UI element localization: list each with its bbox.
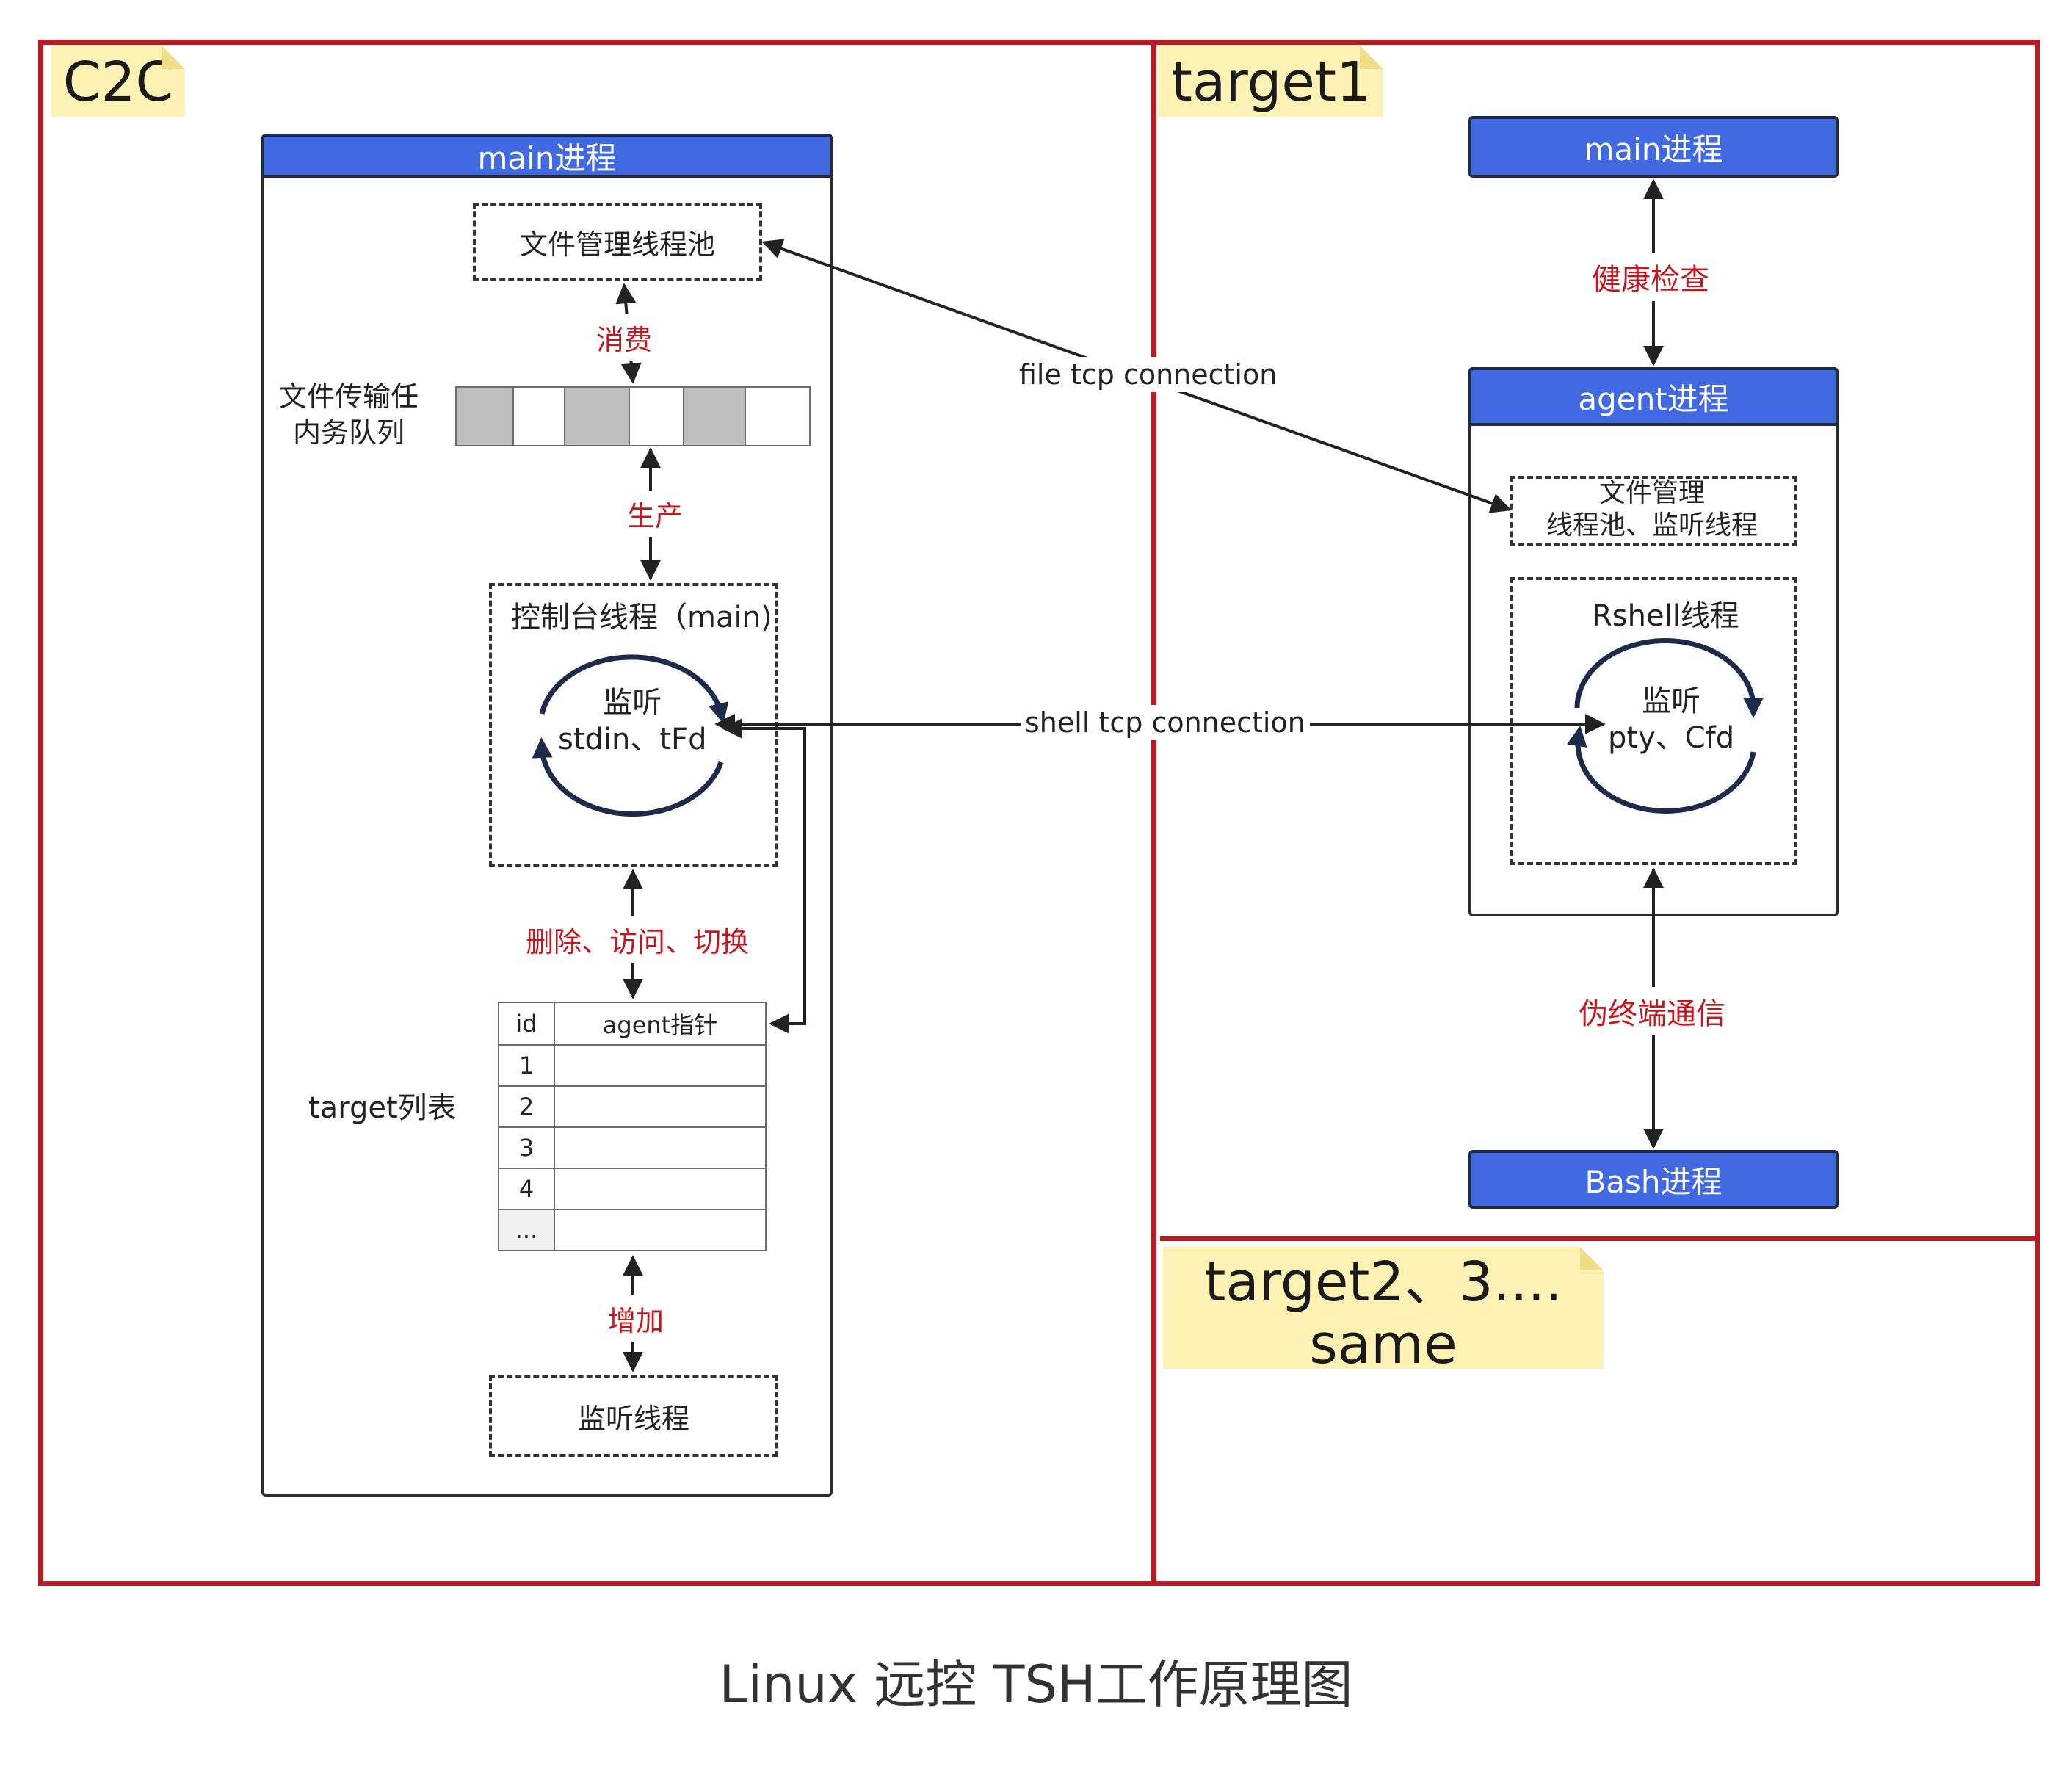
loop-table-connector	[722, 718, 806, 1034]
health-check-label-top: 健康检查	[1587, 253, 1714, 301]
diagram-caption-text: Linux 远控 TSH工作原理图	[719, 1654, 1353, 1715]
connector-layer	[532, 178, 1764, 1372]
t1-loop-arc-bottom	[1567, 726, 1756, 814]
diagram-caption: Linux 远控 TSH工作原理图	[0, 1643, 2072, 1718]
c2c-loop-arc-top	[539, 654, 729, 724]
shell-tcp-label: shell tcp connection	[1021, 705, 1310, 740]
ops-label-top: 删除、访问、切换	[521, 916, 754, 963]
file-tcp-label: file tcp connection	[1015, 357, 1282, 392]
consume-label-top: 消费	[592, 314, 657, 361]
pty-comm-label-top: 伪终端通信	[1574, 987, 1730, 1035]
produce-label-top: 生产	[623, 491, 688, 537]
c2c-loop-arc-bottom	[532, 737, 724, 817]
t1-loop-arc-top	[1574, 637, 1764, 718]
add-label-top: 增加	[604, 1295, 669, 1342]
